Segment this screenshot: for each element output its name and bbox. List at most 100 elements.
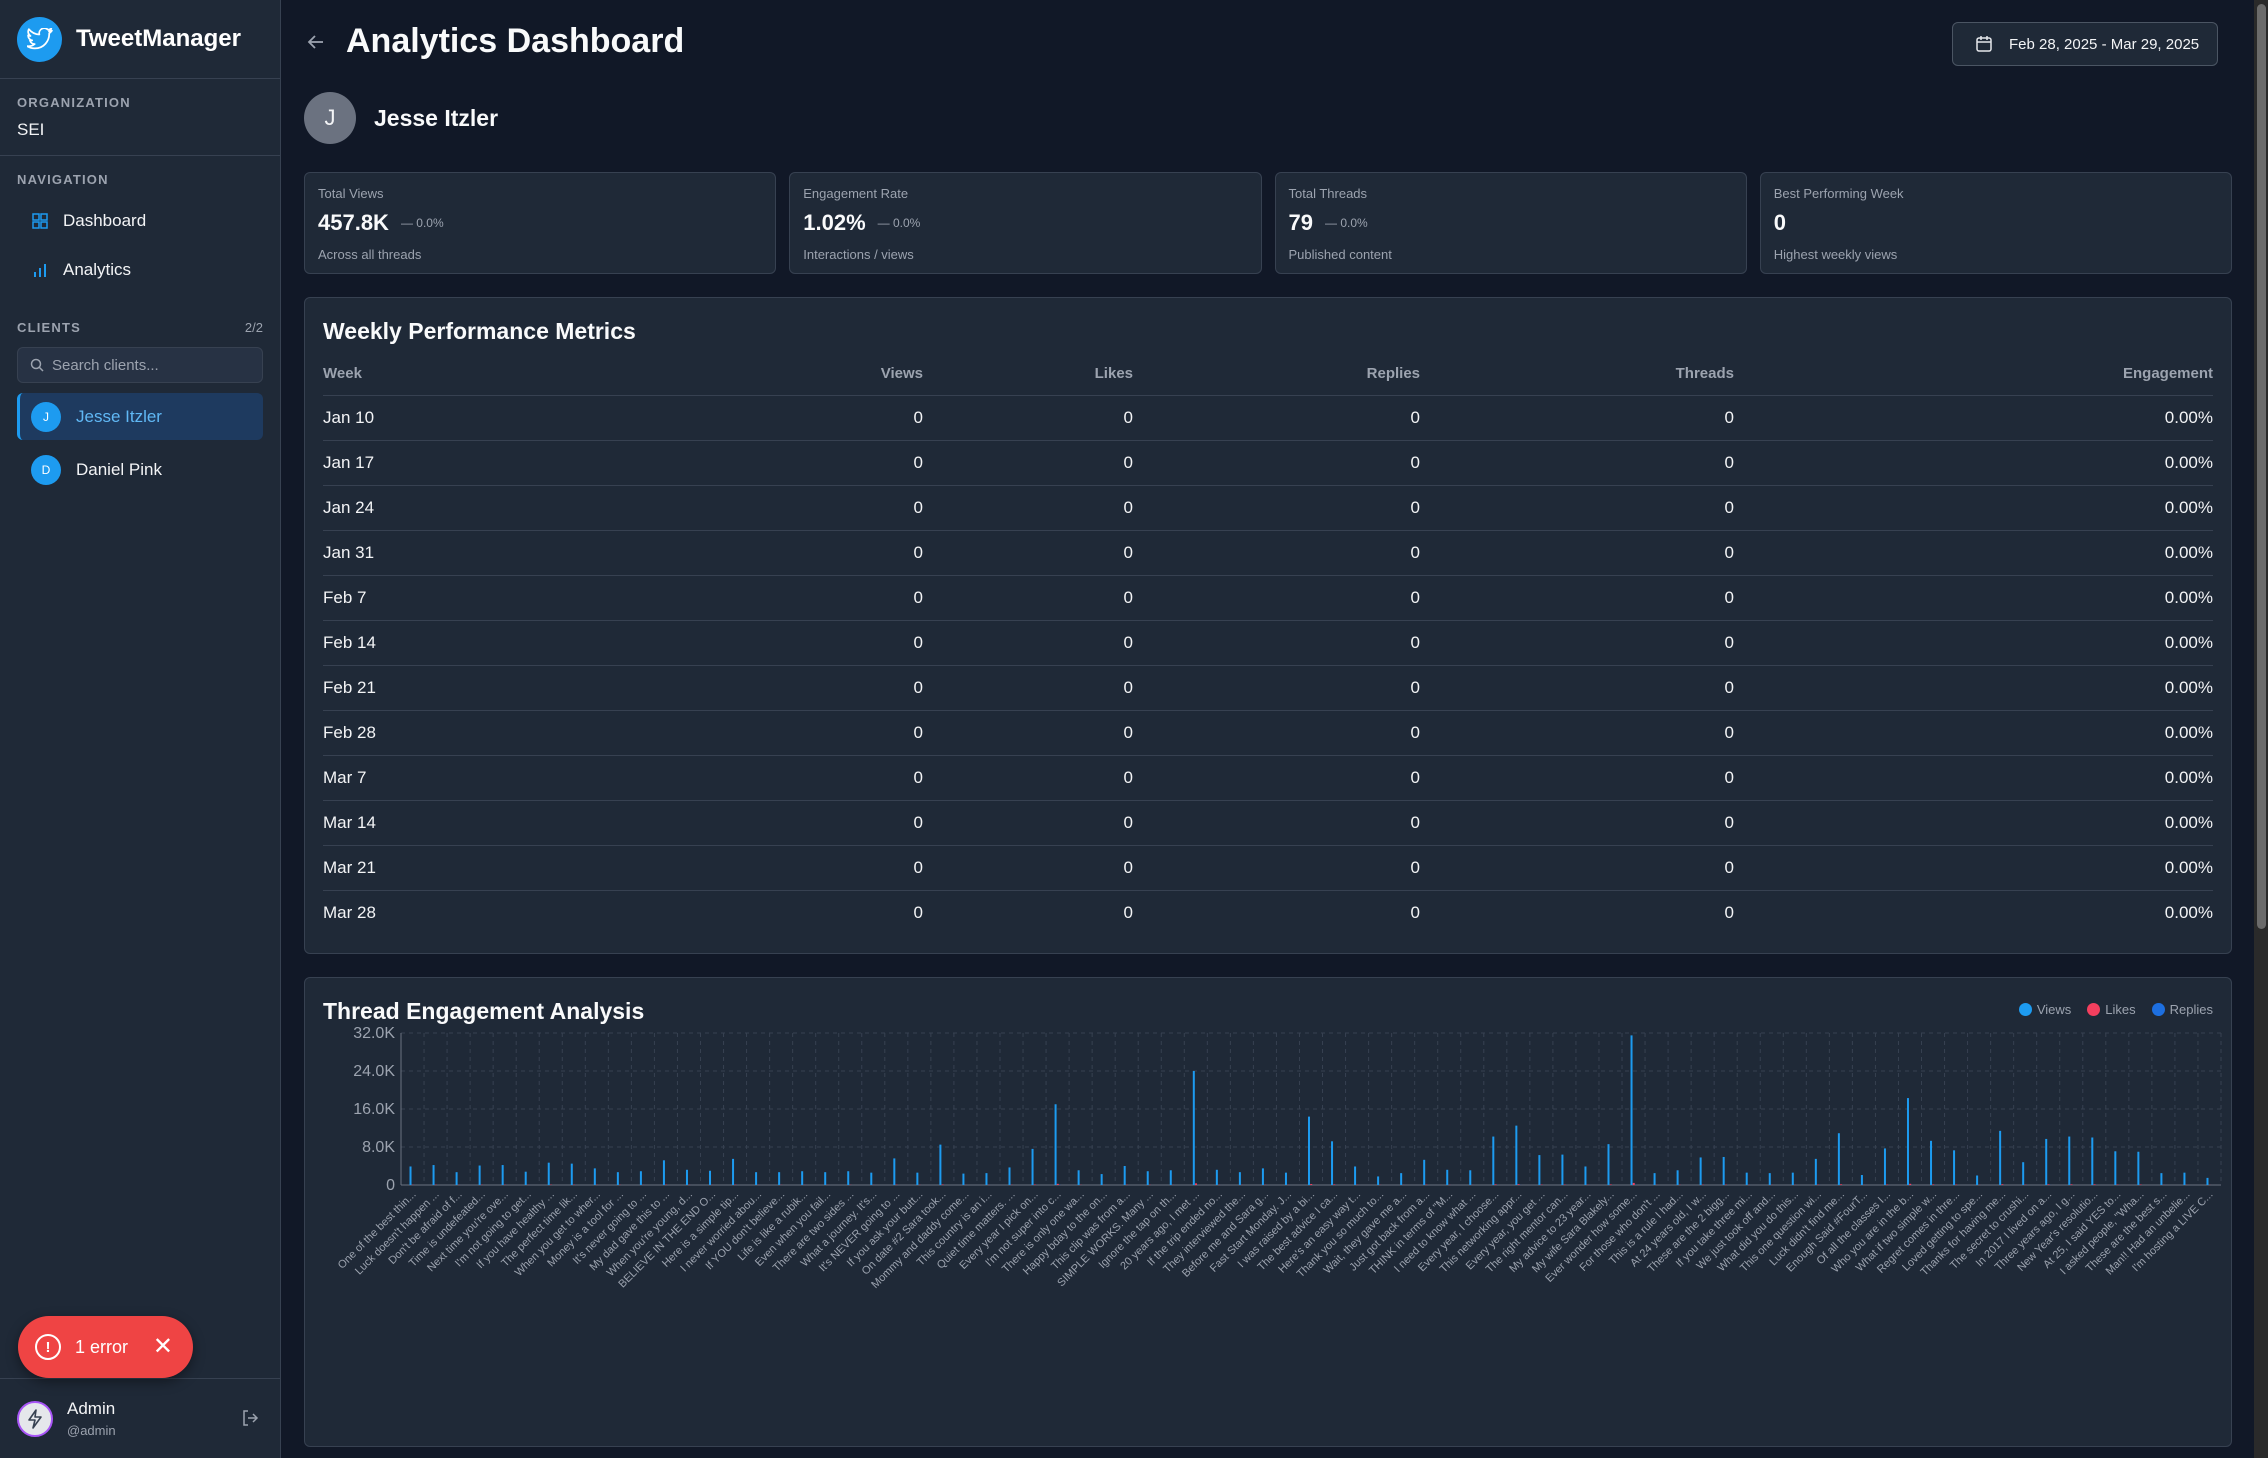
brand[interactable]: TweetManager (0, 0, 280, 79)
bar-views (1930, 1140, 1933, 1185)
bar-views (1215, 1169, 1218, 1185)
navigation-section: NAVIGATION Dashboard Analytics (0, 156, 280, 292)
legend-label: Views (2036, 1002, 2072, 1017)
bar-likes (1333, 1184, 1336, 1185)
client-name: Jesse Itzler (76, 406, 162, 426)
bar-views (1354, 1166, 1357, 1185)
table-row: Mar 21 0 0 0 0 0.00% (323, 845, 2213, 891)
scrollbar[interactable] (2254, 0, 2268, 1458)
table-cell: 0 (623, 845, 923, 891)
back-arrow-icon[interactable] (304, 30, 328, 54)
table-cell: 0.00% (1734, 620, 2213, 666)
bar-views (2068, 1136, 2071, 1185)
table-cell: 0 (1133, 440, 1420, 486)
table-cell: 0 (623, 530, 923, 576)
column-header: Week (323, 353, 623, 396)
y-tick-label: 0 (386, 1177, 395, 1194)
table-row: Feb 14 0 0 0 0 0.00% (323, 620, 2213, 666)
scrollbar-thumb[interactable] (2257, 4, 2266, 929)
bar-views (1999, 1130, 2002, 1185)
legend-item-views[interactable]: Views (2018, 1002, 2072, 1017)
stat-change: — 0.0% (1324, 216, 1368, 230)
bar-views (478, 1165, 481, 1185)
legend-item-replies[interactable]: Replies (2151, 1002, 2213, 1017)
bar-views (1446, 1169, 1449, 1185)
weekly-metrics-table: Week Views Likes Replies Threads Engagem… (323, 353, 2213, 935)
bar-views (1400, 1173, 1403, 1185)
bar-views (524, 1171, 527, 1185)
table-cell: 0 (623, 755, 923, 801)
stat-subtitle: Published content (1288, 247, 1392, 262)
bar-views (547, 1162, 550, 1185)
table-cell: 0.00% (1734, 845, 2213, 891)
organization-section: ORGANIZATION SEI (0, 79, 280, 156)
logout-icon[interactable] (241, 1409, 259, 1432)
error-count: 1 error (75, 1336, 129, 1357)
table-row: Mar 28 0 0 0 0 0.00% (323, 890, 2213, 935)
stat-subtitle: Across all threads (318, 247, 422, 262)
date-range-picker[interactable]: Feb 28, 2025 - Mar 29, 2025 (1952, 22, 2218, 66)
bar-views (639, 1171, 642, 1185)
stat-card-engagement-rate: Engagement Rate 1.02% — 0.0% Interaction… (789, 172, 1262, 274)
stat-value: 1.02% (803, 210, 866, 235)
nav-item-label: Analytics (63, 260, 132, 279)
bar-views (1814, 1158, 1817, 1185)
table-cell: 0 (923, 800, 1133, 846)
bar-views (1768, 1173, 1771, 1185)
table-cell: 0.00% (1734, 800, 2213, 846)
table-cell: 0 (1420, 395, 1734, 441)
close-icon[interactable]: ✕ (153, 1335, 173, 1359)
table-cell: Feb 21 (323, 665, 623, 711)
stat-label: Best Performing Week (1773, 186, 1904, 201)
bar-views (1953, 1150, 1956, 1185)
bar-views (1906, 1098, 1909, 1185)
table-cell: 0 (1420, 710, 1734, 756)
table-cell: Jan 31 (323, 530, 623, 576)
bar-views (1653, 1173, 1656, 1185)
user-avatar[interactable] (17, 1400, 53, 1437)
table-cell: 0 (623, 800, 923, 846)
table-cell: Feb 14 (323, 620, 623, 666)
bar-views (1561, 1154, 1564, 1185)
client-search[interactable] (17, 347, 263, 383)
y-tick-label: 16.0K (353, 1101, 395, 1118)
bar-views (1976, 1175, 1979, 1185)
bar-likes (2070, 1184, 2073, 1185)
nav-item-dashboard[interactable]: Dashboard (17, 199, 263, 243)
table-cell: 0 (1420, 755, 1734, 801)
bar-views (455, 1172, 458, 1185)
error-toast[interactable]: ! 1 error ✕ (18, 1316, 193, 1378)
nav-item-analytics[interactable]: Analytics (17, 248, 263, 292)
table-cell: 0 (1410, 902, 1420, 922)
bar-views (755, 1172, 758, 1185)
table-cell: 0.00% (1734, 665, 2213, 711)
table-cell: 0 (923, 665, 1133, 711)
search-input[interactable] (52, 356, 252, 374)
bar-views (1331, 1141, 1334, 1185)
table-cell: 0 (1133, 845, 1420, 891)
client-item-daniel-pink[interactable]: D Daniel Pink (17, 446, 263, 493)
table-row: Feb 7 0 0 0 0 0.00% (323, 575, 2213, 621)
bar-likes (2093, 1184, 2096, 1185)
client-item-jesse-itzler[interactable]: J Jesse Itzler (17, 393, 263, 440)
bar-views (801, 1171, 804, 1185)
table-header-row: Week Views Likes Replies Threads Engagem… (323, 353, 2213, 396)
stat-card-total-threads: Total Threads 79 — 0.0% Published conten… (1274, 172, 1747, 274)
table-cell: 0 (923, 575, 1133, 621)
legend-item-likes[interactable]: Likes (2087, 1002, 2136, 1017)
table-cell: 0 (1133, 575, 1420, 621)
table-row: Jan 31 0 0 0 0 0.00% (323, 530, 2213, 576)
bar-views (824, 1172, 827, 1185)
table-cell: 0 (623, 620, 923, 666)
column-header: Threads (1420, 353, 1734, 396)
bar-views (732, 1158, 735, 1185)
user-info: Admin @admin (67, 1399, 116, 1438)
bar-likes (2047, 1184, 2050, 1185)
stat-subtitle: Interactions / views (803, 247, 914, 262)
stat-card-total-views: Total Views 457.8K — 0.0% Across all thr… (304, 172, 777, 274)
bar-views (1722, 1156, 1725, 1185)
bar-views (432, 1165, 435, 1185)
table-cell: 0.00% (1734, 710, 2213, 756)
avatar: J (31, 401, 61, 432)
legend-swatch (2018, 1003, 2032, 1016)
